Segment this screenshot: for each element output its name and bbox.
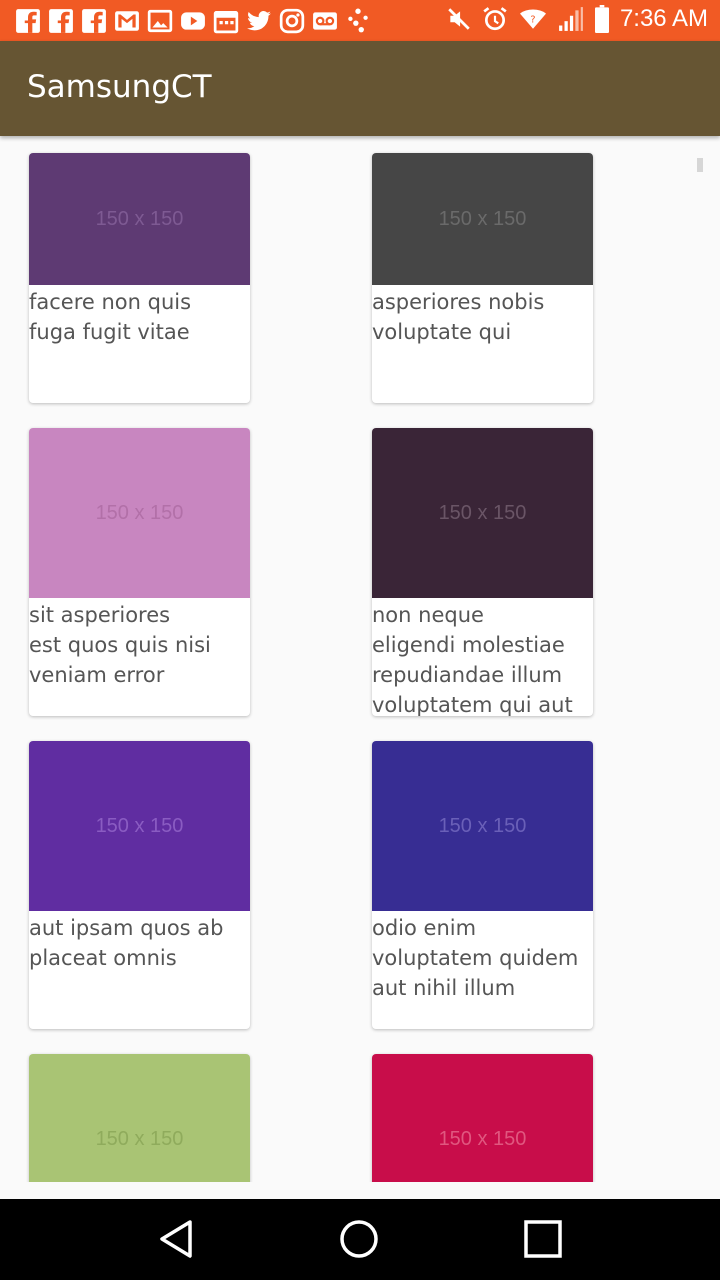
youtube-icon (179, 7, 206, 34)
notification-icons (14, 7, 371, 34)
image-placeholder-label: 150 x 150 (95, 501, 184, 524)
svg-text:?: ? (530, 14, 535, 25)
card-title: sit asperiores est quos quis nisi veniam… (29, 603, 211, 687)
app-bar: SamsungCT (0, 41, 720, 136)
card-title: aut ipsam quos ab placeat omnis (29, 916, 224, 970)
card-image: 150 x 150 (372, 1054, 593, 1182)
card[interactable]: 150 x 150 asperiores nobis voluptate qui (372, 153, 593, 403)
facebook-icon (80, 7, 107, 34)
card[interactable]: 150 x 150 (372, 1054, 593, 1182)
card-image: 150 x 150 (29, 1054, 250, 1182)
card-image: 150 x 150 (372, 428, 593, 598)
recents-icon[interactable] (521, 1217, 565, 1261)
app-title: SamsungCT (27, 69, 212, 105)
dots-icon (344, 7, 371, 34)
card-title: odio enim voluptatem quidem aut nihil il… (372, 916, 579, 1000)
signal-icon (559, 7, 583, 31)
calendar-icon (212, 7, 239, 34)
status-bar: ? 7:36 AM (0, 0, 720, 41)
facebook-icon (47, 7, 74, 34)
wifi-icon: ? (519, 9, 546, 29)
image-placeholder-label: 150 x 150 (438, 207, 527, 230)
card-title: asperiores nobis voluptate qui (372, 290, 545, 344)
card[interactable]: 150 x 150 facere non quis fuga fugit vit… (29, 153, 250, 403)
clock: 7:36 AM (619, 5, 708, 32)
home-icon[interactable] (337, 1217, 381, 1261)
facebook-icon (14, 7, 41, 34)
card-image: 150 x 150 (372, 153, 593, 285)
image-placeholder-label: 150 x 150 (95, 1127, 184, 1150)
twitter-icon (245, 7, 272, 34)
card[interactable]: 150 x 150 odio enim voluptatem quidem au… (372, 741, 593, 1029)
card[interactable]: 150 x 150 (29, 1054, 250, 1182)
image-placeholder-label: 150 x 150 (438, 501, 527, 524)
voicemail-icon (311, 7, 338, 34)
scrollbar[interactable] (697, 158, 703, 172)
card[interactable]: 150 x 150 sit asperiores est quos quis n… (29, 428, 250, 716)
gallery-icon (146, 7, 173, 34)
card-title: facere non quis fuga fugit vitae (29, 290, 192, 344)
image-placeholder-label: 150 x 150 (438, 814, 527, 837)
card-title: non neque eligendi molestiae repudiandae… (372, 603, 573, 716)
card-image: 150 x 150 (29, 153, 250, 285)
card[interactable]: 150 x 150 aut ipsam quos ab placeat omni… (29, 741, 250, 1029)
image-placeholder-label: 150 x 150 (438, 1127, 527, 1150)
gmail-icon (113, 7, 140, 34)
alarm-icon (483, 7, 507, 31)
image-placeholder-label: 150 x 150 (95, 207, 184, 230)
back-icon[interactable] (154, 1217, 198, 1261)
battery-icon (594, 5, 609, 33)
card-grid[interactable]: 150 x 150 facere non quis fuga fugit vit… (0, 136, 720, 1182)
mute-icon (448, 8, 470, 30)
card-image: 150 x 150 (29, 428, 250, 598)
card-image: 150 x 150 (29, 741, 250, 911)
instagram-icon (278, 7, 305, 34)
card[interactable]: 150 x 150 non neque eligendi molestiae r… (372, 428, 593, 716)
image-placeholder-label: 150 x 150 (95, 814, 184, 837)
navigation-bar (0, 1199, 720, 1280)
card-image: 150 x 150 (372, 741, 593, 911)
system-icons: ? 7:36 AM (446, 5, 708, 33)
